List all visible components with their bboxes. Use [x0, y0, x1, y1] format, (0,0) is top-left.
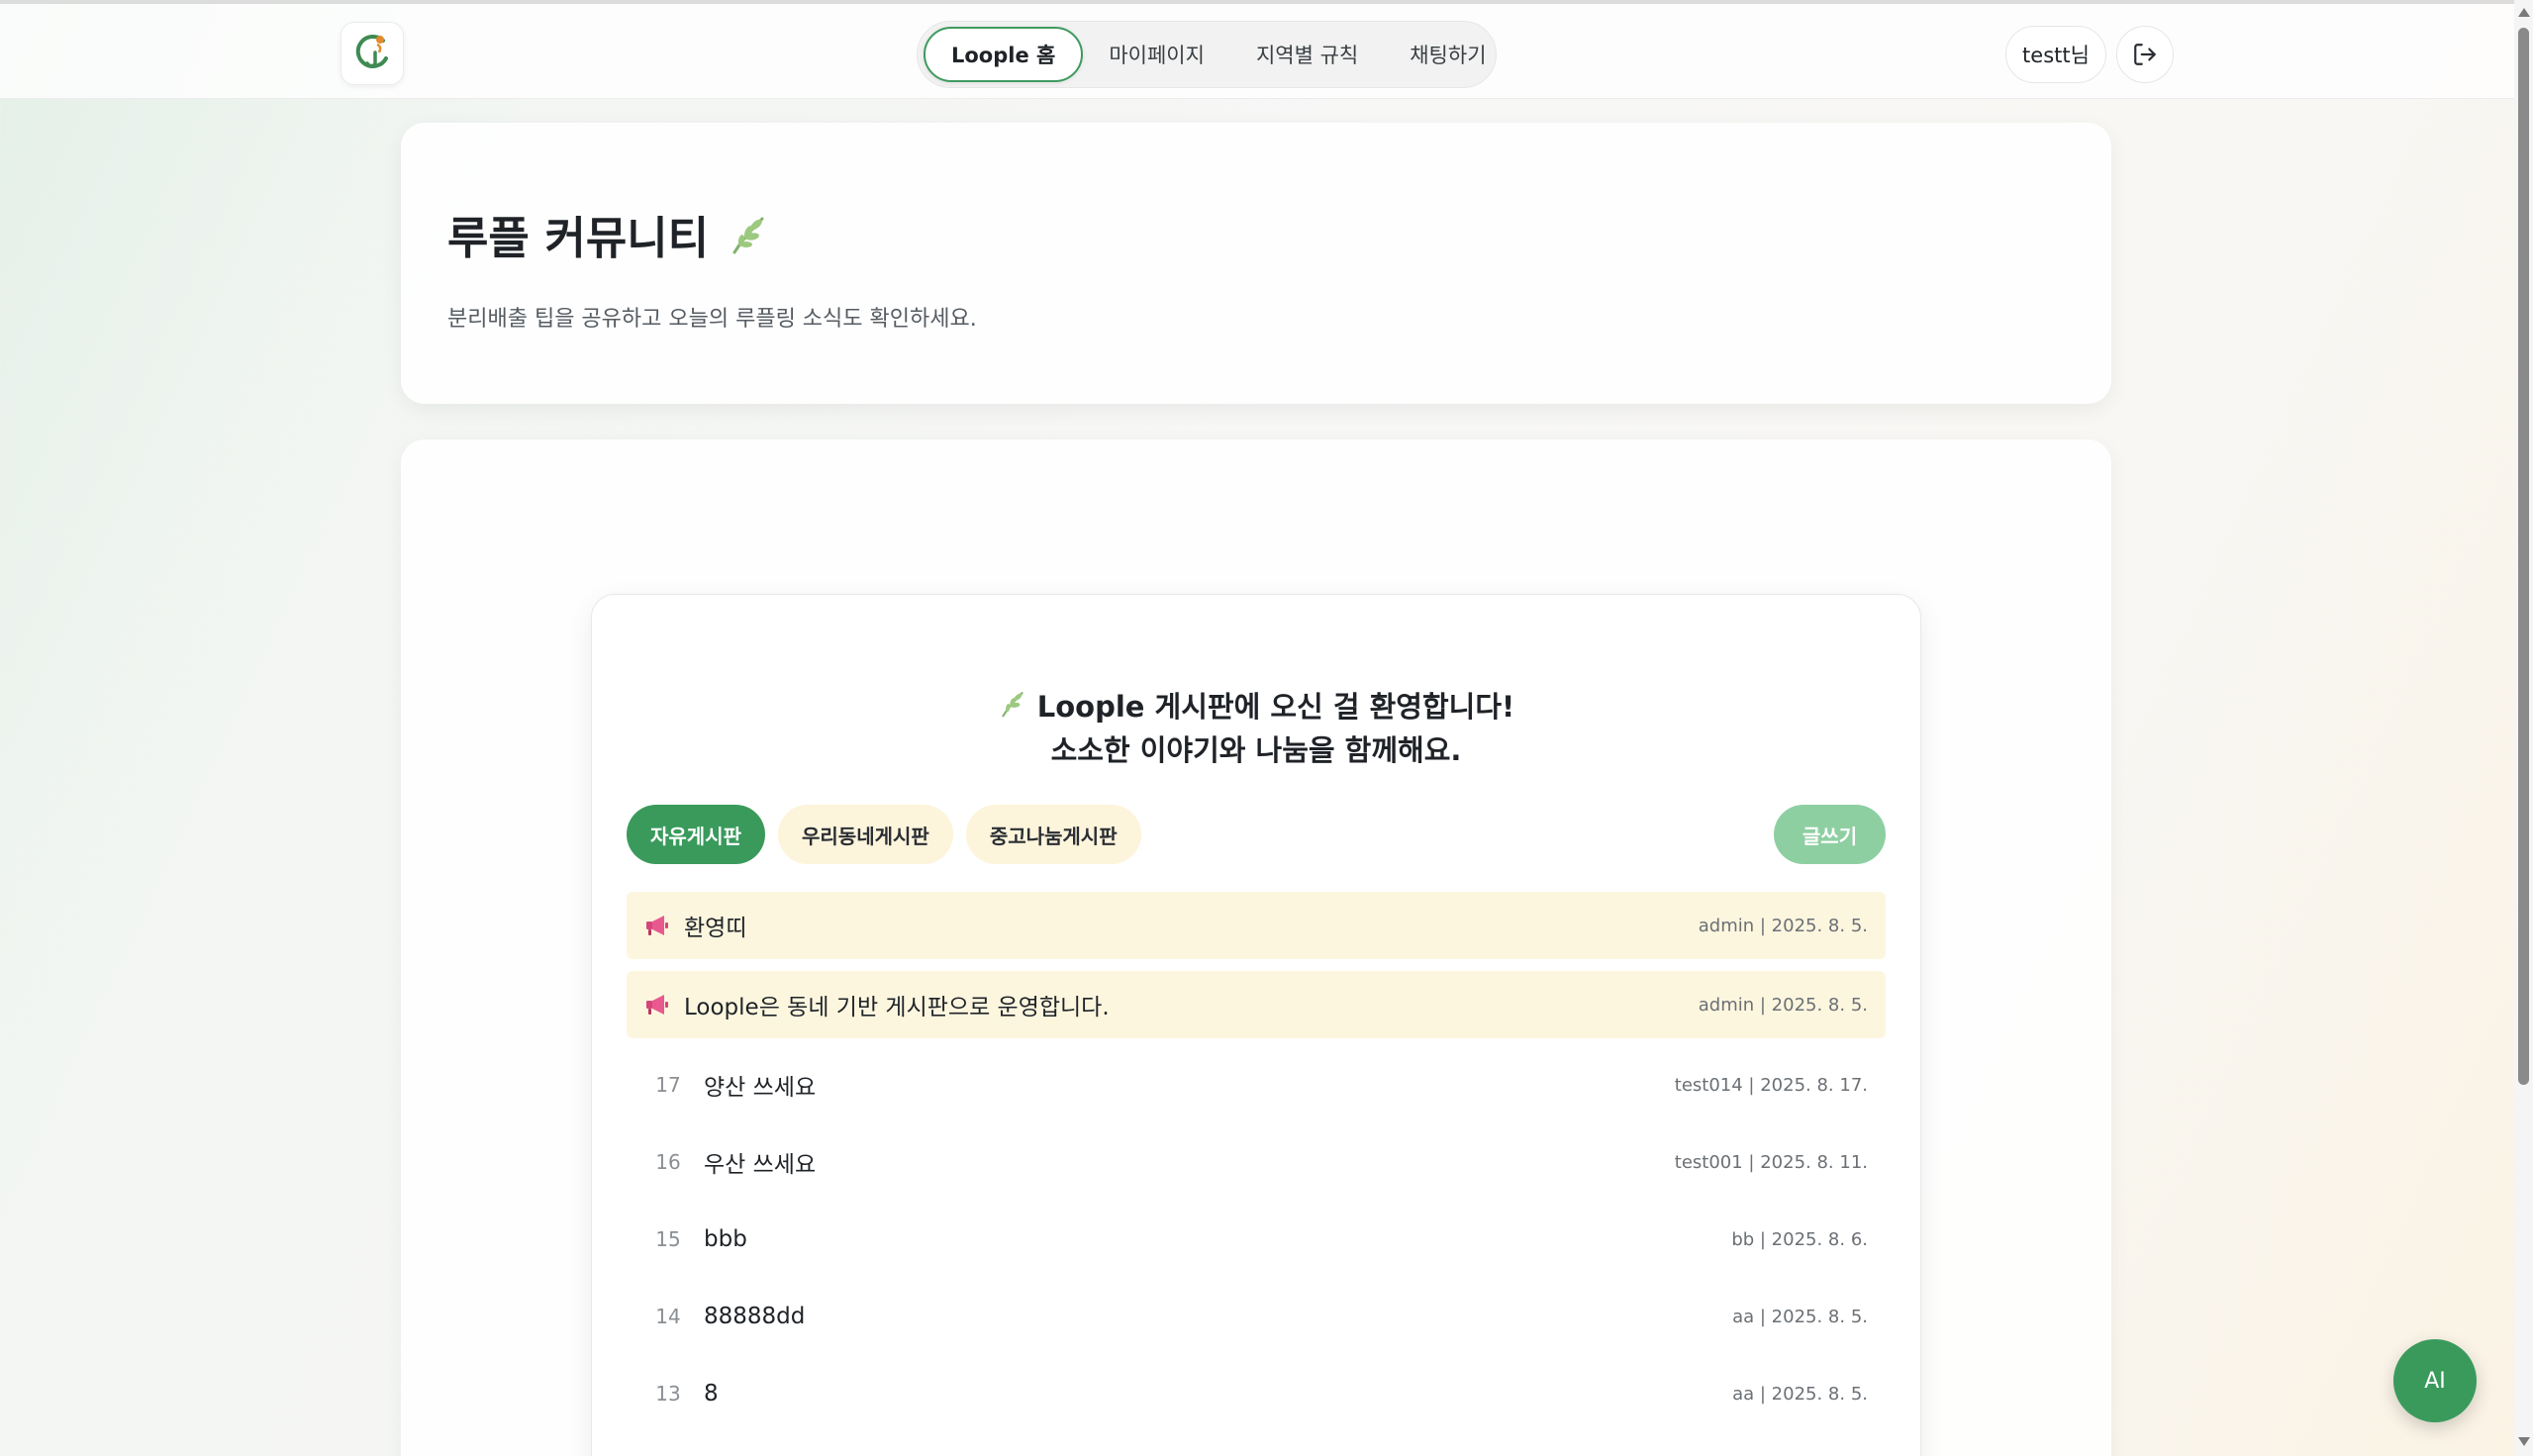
notice-title: Loople은 동네 기반 게시판으로 운영합니다.	[684, 995, 1110, 1020]
tab-free-board[interactable]: 자유게시판	[627, 805, 765, 864]
post-row[interactable]: 14 88888dd aa | 2025. 8. 5.	[627, 1282, 1886, 1351]
post-meta: bb | 2025. 8. 6.	[1731, 1228, 1868, 1250]
notice-title: 환영띠	[684, 916, 747, 941]
post-row[interactable]: 15 bbb bb | 2025. 8. 6.	[627, 1205, 1886, 1274]
board-card: Loople 게시판에 오신 걸 환영합니다! 소소한 이야기와 나눔을 함께해…	[591, 594, 1921, 1456]
notice-meta: admin | 2025. 8. 5.	[1698, 994, 1868, 1016]
leaf-icon	[998, 688, 1027, 729]
post-number: 13	[655, 1382, 681, 1406]
board-welcome: Loople 게시판에 오신 걸 환영합니다! 소소한 이야기와 나눔을 함께해…	[592, 686, 1920, 771]
scroll-up-arrow-icon[interactable]	[2518, 8, 2530, 17]
notice-meta: admin | 2025. 8. 5.	[1698, 915, 1868, 936]
logout-icon	[2134, 44, 2156, 65]
post-title: 우산 쓰세요	[704, 1152, 817, 1178]
post-meta: aa | 2025. 8. 5.	[1732, 1306, 1868, 1327]
post-title: 88888dd	[704, 1304, 806, 1329]
post-number: 16	[655, 1150, 681, 1174]
hero-card: 루플 커뮤니티 분리배출 팁을 공유하고 오늘의 루플링 소식도 확인하세요.	[401, 123, 2111, 404]
board-tabs: 자유게시판 우리동네게시판 중고나눔게시판	[627, 805, 1141, 864]
tab-neighborhood-board[interactable]: 우리동네게시판	[778, 805, 953, 864]
post-title: 8	[704, 1381, 719, 1407]
ai-assistant-button[interactable]: AI	[2393, 1339, 2477, 1422]
megaphone-icon	[644, 914, 672, 937]
top-header: Loople 홈 마이페이지 지역별 규칙 채팅하기 testt님	[0, 4, 2514, 99]
post-row[interactable]: 17 양산 쓰세요 test014 | 2025. 8. 17.	[627, 1050, 1886, 1119]
post-title: bbb	[704, 1226, 747, 1252]
notice-row[interactable]: 환영띠 admin | 2025. 8. 5.	[627, 892, 1886, 959]
post-number: 15	[655, 1227, 681, 1251]
post-row[interactable]: 13 8 aa | 2025. 8. 5.	[627, 1359, 1886, 1428]
nav-tab-chat[interactable]: 채팅하기	[1384, 27, 1511, 82]
welcome-line-2: 소소한 이야기와 나눔을 함께해요.	[1050, 733, 1462, 767]
megaphone-icon	[644, 993, 672, 1017]
page-subtitle: 분리배출 팁을 공유하고 오늘의 루플링 소식도 확인하세요.	[447, 307, 977, 332]
page-title-text: 루플 커뮤니티	[447, 212, 710, 264]
post-meta: test001 | 2025. 8. 11.	[1674, 1151, 1868, 1173]
leaf-icon	[732, 217, 764, 253]
user-name-label: testt님	[2022, 44, 2090, 67]
nav-tab-home[interactable]: Loople 홈	[924, 27, 1084, 82]
nav-tab-mypage[interactable]: 마이페이지	[1083, 27, 1230, 82]
post-row[interactable]: 16 우산 쓰세요 test001 | 2025. 8. 11.	[627, 1127, 1886, 1197]
loople-logo-icon[interactable]	[341, 22, 404, 85]
post-number: 14	[655, 1305, 681, 1328]
scroll-down-arrow-icon[interactable]	[2518, 1437, 2530, 1446]
notice-row[interactable]: Loople은 동네 기반 게시판으로 운영합니다. admin | 2025.…	[627, 971, 1886, 1038]
post-meta: test014 | 2025. 8. 17.	[1674, 1074, 1868, 1096]
main-nav: Loople 홈 마이페이지 지역별 규칙 채팅하기	[917, 21, 1497, 88]
tab-secondhand-board[interactable]: 중고나눔게시판	[965, 805, 1141, 864]
page-title: 루플 커뮤니티	[447, 202, 770, 266]
logout-button[interactable]	[2116, 26, 2174, 83]
post-list: 환영띠 admin | 2025. 8. 5. Loople은 동네 기반 게시…	[627, 892, 1886, 1436]
post-title: 양산 쓰세요	[704, 1075, 817, 1101]
scrollbar-thumb[interactable]	[2518, 28, 2529, 1085]
write-post-button[interactable]: 글쓰기	[1774, 805, 1886, 864]
post-meta: aa | 2025. 8. 5.	[1732, 1383, 1868, 1405]
post-number: 17	[655, 1073, 681, 1097]
welcome-line-1: Loople 게시판에 오신 걸 환영합니다!	[1036, 690, 1515, 724]
user-profile-button[interactable]: testt님	[2005, 26, 2106, 83]
page-scrollbar[interactable]	[2514, 0, 2533, 1456]
nav-tab-regional-rules[interactable]: 지역별 규칙	[1230, 27, 1384, 82]
